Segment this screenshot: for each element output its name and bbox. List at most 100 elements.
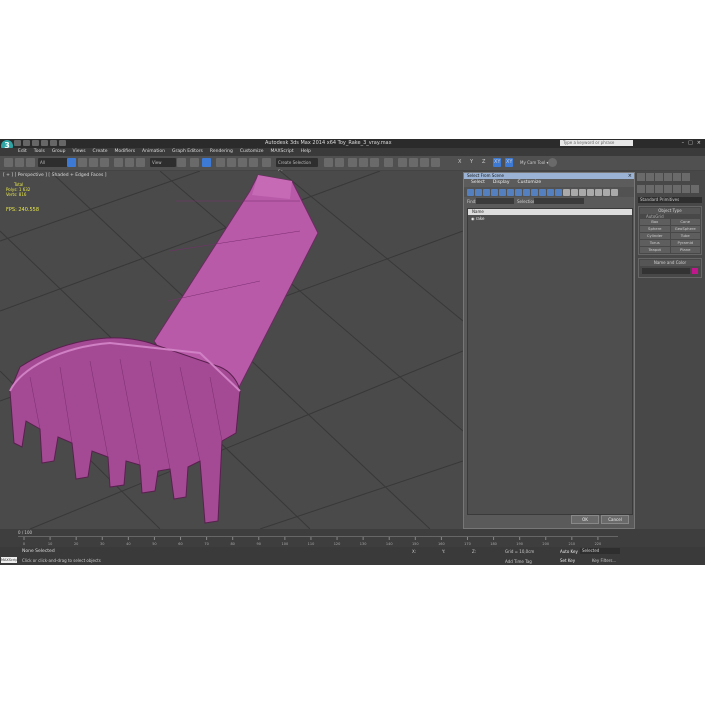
selection-filter-dropdown[interactable]: All [38,158,68,167]
cylinder-button[interactable]: Cylinder [640,233,670,239]
menu-modifiers[interactable]: Modifiers [115,148,136,156]
select-all-icon[interactable] [587,188,594,196]
named-selection-sets-dropdown[interactable]: Create Selection Se [276,158,318,174]
select-object-icon[interactable] [67,158,76,167]
display-all-icon[interactable] [563,188,570,196]
add-time-tag[interactable]: Add Time Tag [505,559,532,564]
box-button[interactable]: Box [640,219,670,225]
set-key-button[interactable]: Set Key [560,558,575,563]
utilities-tab-icon[interactable] [682,173,690,181]
link-icon[interactable] [4,158,13,167]
invert-display-icon[interactable] [579,188,586,196]
angle-snap-icon[interactable] [227,158,236,167]
unlink-icon[interactable] [15,158,24,167]
axis-xy-button[interactable]: XY [493,158,502,167]
dialog-menu-display[interactable]: Display [493,179,510,187]
display-helpers-icon[interactable] [499,188,506,196]
auto-key-button[interactable]: Auto Key [560,549,578,554]
cancel-button[interactable]: Cancel [601,515,629,524]
axis-x-label[interactable]: X [458,158,461,167]
dialog-menu-customize[interactable]: Customize [517,179,541,187]
shapes-icon[interactable] [646,185,654,193]
camera-icon[interactable] [548,158,557,167]
project-folder-icon[interactable] [59,140,66,146]
edit-named-selection-icon[interactable] [262,158,271,167]
redo-icon[interactable] [50,140,57,146]
primitive-category-dropdown[interactable]: Standard Primitives [638,197,702,203]
open-icon[interactable] [23,140,30,146]
display-geometry-icon[interactable] [467,188,474,196]
search-input[interactable]: Type a keyword or phrase [560,140,633,146]
spinner-snap-icon[interactable] [249,158,258,167]
display-none-icon[interactable] [571,188,578,196]
window-crossing-icon[interactable] [100,158,109,167]
display-frozen-icon[interactable] [547,188,554,196]
list-item[interactable]: ◉ rake [468,215,632,222]
pyramid-button[interactable]: Pyramid [670,240,700,246]
find-input[interactable] [476,198,514,204]
key-mode-dropdown[interactable]: Selected [580,548,620,554]
axis-z-label[interactable]: Z [482,158,485,167]
close-icon[interactable]: × [628,173,632,179]
minimize-icon[interactable]: – [682,140,685,146]
maximize-icon[interactable]: □ [688,140,693,146]
display-cameras-icon[interactable] [491,188,498,196]
save-icon[interactable] [32,140,39,146]
select-invert-icon[interactable] [603,188,610,196]
camera-tool-dropdown[interactable]: My Cam Tool ▾ [520,158,549,167]
display-tab-icon[interactable] [673,173,681,181]
maxscript-listener[interactable]: MAXScript [1,557,19,563]
menu-customize[interactable]: Customize [240,148,264,156]
display-bones-icon[interactable] [531,188,538,196]
axis-y-label[interactable]: Y [470,158,473,167]
time-slider[interactable]: 0 / 100 0 10 20 30 40 50 60 70 80 90 100 110 120 130 1… [0,529,705,547]
torus-button[interactable]: Torus [640,240,670,246]
frame-counter[interactable]: 0 / 100 [18,530,32,535]
render-setup-icon[interactable] [409,158,418,167]
hierarchy-tab-icon[interactable] [655,173,663,181]
geosphere-button[interactable]: GeoSphere [670,226,700,232]
viewport-label[interactable]: [ + ] [ Perspective ] [ Shaded + Edged F… [3,173,107,178]
spacewarps-icon[interactable] [682,185,690,193]
menu-help[interactable]: Help [301,148,311,156]
systems-icon[interactable] [691,185,699,193]
close-icon[interactable]: × [697,140,701,146]
rendered-frame-window-icon[interactable] [420,158,429,167]
display-shapes-icon[interactable] [475,188,482,196]
scale-icon[interactable] [136,158,145,167]
display-xrefs-icon[interactable] [523,188,530,196]
geometry-icon[interactable] [637,185,645,193]
plane-button[interactable]: Plane [670,247,700,253]
display-lights-icon[interactable] [483,188,490,196]
timeline-ruler[interactable]: 0 10 20 30 40 50 60 70 80 90 100 110 120 130 140 150 160… [18,536,618,547]
menu-create[interactable]: Create [93,148,108,156]
object-name-input[interactable] [642,268,690,274]
key-filters-button[interactable]: Key Filters... [592,558,616,563]
menu-maxscript[interactable]: MAXScript [271,148,294,156]
cone-button[interactable]: Cone [670,219,700,225]
graphite-tools-icon[interactable] [359,158,368,167]
helpers-icon[interactable] [673,185,681,193]
display-containers-icon[interactable] [539,188,546,196]
undo-icon[interactable] [41,140,48,146]
render-production-icon[interactable] [431,158,440,167]
select-none-icon[interactable] [595,188,602,196]
display-groups-icon[interactable] [515,188,522,196]
motion-tab-icon[interactable] [664,173,672,181]
display-spacewarps-icon[interactable] [507,188,514,196]
move-icon[interactable] [114,158,123,167]
dialog-menu-select[interactable]: Select [471,179,485,187]
lights-icon[interactable] [655,185,663,193]
teapot-button[interactable]: Teapot [640,247,670,253]
snaps-toggle-icon[interactable] [216,158,225,167]
material-editor-icon[interactable] [398,158,407,167]
rake-model[interactable] [9,174,319,524]
perspective-viewport[interactable]: [ + ] [ Perspective ] [ Shaded + Edged F… [0,171,463,529]
modify-tab-icon[interactable] [646,173,654,181]
reference-coordinate-dropdown[interactable]: View [150,158,176,167]
cameras-icon[interactable] [664,185,672,193]
select-manipulate-icon[interactable] [190,158,199,167]
pivot-center-icon[interactable] [177,158,186,167]
dialog-title-bar[interactable]: Select From Scene × [464,173,634,179]
create-tab-icon[interactable] [637,173,645,181]
